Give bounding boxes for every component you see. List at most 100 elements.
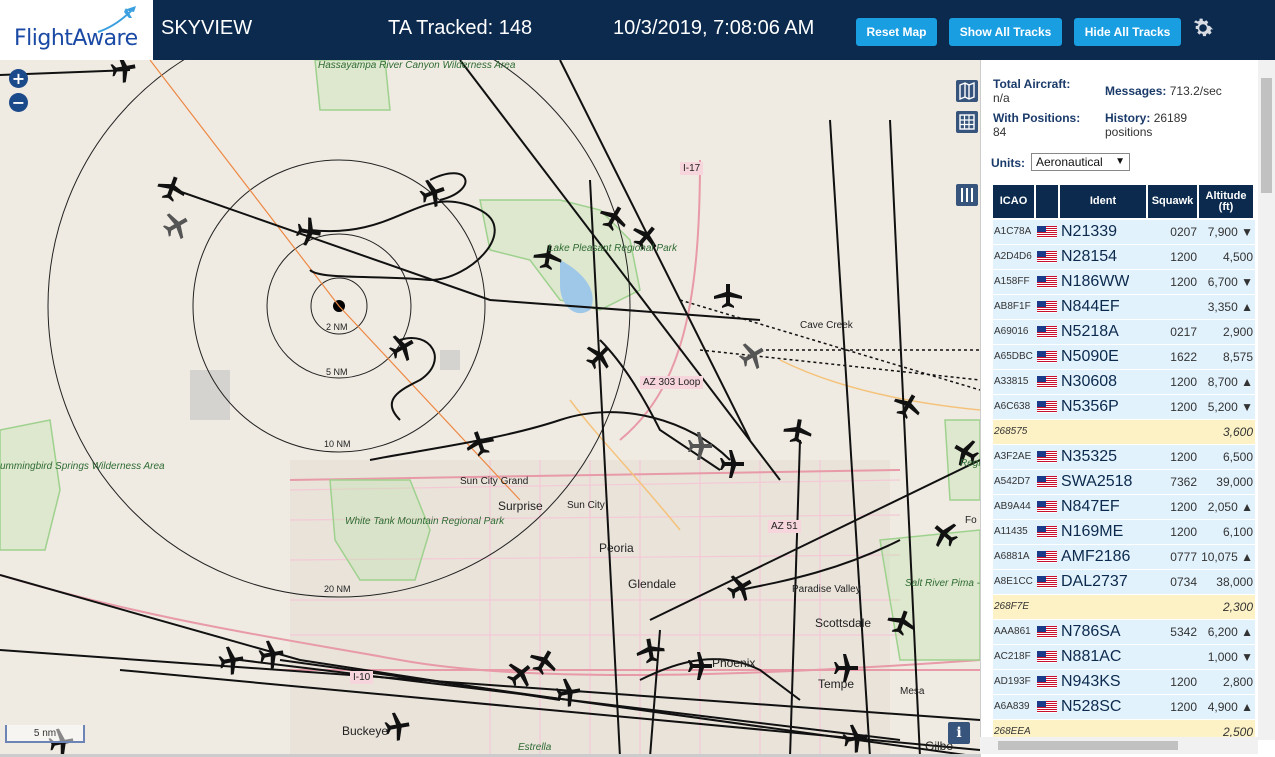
ident-cell: N21339 (1061, 223, 1118, 240)
map-layers-icon[interactable] (956, 80, 978, 102)
altitude-cell: 6,100 (1222, 525, 1253, 539)
us-flag-icon (1037, 551, 1057, 563)
messages-label: Messages: (1105, 84, 1167, 98)
table-row[interactable]: AC218F N881AC 1,000 ▼ (993, 645, 1255, 670)
table-row[interactable]: A3F2AE N35325 1200 6,500 (993, 445, 1255, 470)
us-flag-icon (1037, 526, 1057, 538)
us-flag-icon (1037, 626, 1057, 638)
skyview-app: FlightAware SKYVIEW TA Tracked: 148 10/3… (0, 0, 1275, 757)
icao-cell: A158FF (994, 276, 1030, 287)
table-row[interactable]: 268575 3,600 (993, 420, 1255, 445)
hide-all-tracks-button[interactable]: Hide All Tracks (1074, 18, 1181, 46)
table-row[interactable]: AB8F1F N844EF 3,350 ▲ (993, 295, 1255, 320)
table-row[interactable]: A2D4D6 N28154 1200 4,500 (993, 245, 1255, 270)
table-row[interactable]: A6A839 N528SC 1200 4,900 ▲ (993, 695, 1255, 720)
squawk-cell: 1200 (1170, 700, 1197, 714)
with-positions-stat: With Positions: 84 (993, 111, 1101, 139)
table-row[interactable]: A65DBC N5090E 1622 8,575 (993, 345, 1255, 370)
ident-cell: N786SA (1061, 623, 1121, 640)
table-row[interactable]: A1C78A N21339 0207 7,900 ▼ (993, 220, 1255, 245)
column-icao[interactable]: ICAO (993, 185, 1036, 218)
sidebar-horizontal-scrollbar[interactable] (980, 737, 1258, 754)
place-peoria: Peoria (599, 541, 634, 555)
show-all-tracks-button[interactable]: Show All Tracks (949, 18, 1062, 46)
scrollbar-thumb[interactable] (998, 741, 1178, 750)
column-squawk[interactable]: Squawk (1148, 185, 1199, 218)
map-canvas[interactable] (0, 60, 980, 757)
column-altitude[interactable]: Altitude (ft) (1199, 185, 1255, 218)
road-i10: I-10 (350, 671, 374, 684)
zoom-out-button[interactable]: − (9, 93, 28, 112)
ident-cell: N28154 (1061, 248, 1118, 265)
aircraft-table-body: A1C78A N21339 0207 7,900 ▼ A2D4D6 N28154 1200 4… (993, 220, 1255, 745)
aircraft-sidebar: Total Aircraft: n/a With Positions: 84 M… (980, 60, 1275, 757)
ring-label-20nm: 20 NM (324, 584, 351, 594)
altitude-cell: 2,300 (1222, 600, 1253, 614)
table-row[interactable]: A33815 N30608 1200 8,700 ▲ (993, 370, 1255, 395)
table-row[interactable]: 268F7E 2,300 (993, 595, 1255, 620)
altitude-cell: 39,000 (1216, 475, 1253, 489)
ident-cell: N528SC (1061, 698, 1122, 715)
logo-text: FlightAware (14, 26, 138, 51)
squawk-cell: 1200 (1170, 675, 1197, 689)
gear-icon[interactable] (1190, 15, 1216, 41)
table-row[interactable]: AB9A44 N847EF 1200 2,050 ▲ (993, 495, 1255, 520)
altitude-cell: 8,700 ▲ (1207, 375, 1253, 389)
us-flag-icon (1037, 326, 1057, 338)
table-row[interactable]: AD193F N943KS 1200 2,800 (993, 670, 1255, 695)
road-az303: AZ 303 Loop (640, 376, 704, 389)
flightaware-logo[interactable]: FlightAware (0, 0, 155, 60)
us-flag-icon (1037, 251, 1057, 263)
squawk-cell: 0734 (1170, 575, 1197, 589)
ident-cell: N5218A (1061, 323, 1119, 340)
table-row[interactable]: AAA861 N786SA 5342 6,200 ▲ (993, 620, 1255, 645)
info-icon[interactable]: i (948, 722, 970, 744)
icao-cell: AB9A44 (994, 501, 1031, 512)
ident-cell: N5090E (1061, 348, 1119, 365)
squawk-cell: 1200 (1170, 500, 1197, 514)
zoom-in-button[interactable]: + (9, 69, 28, 88)
grid-icon[interactable] (956, 111, 978, 133)
altitude-cell: 1,000 ▼ (1207, 650, 1253, 664)
place-hummingbird: ummingbird Springs Wilderness Area (0, 461, 165, 472)
altitude-cell: 3,350 ▲ (1207, 300, 1253, 314)
squawk-cell: 1200 (1170, 250, 1197, 264)
icao-cell: A6C638 (994, 401, 1031, 412)
tracked-count: TA Tracked: 148 (388, 17, 533, 39)
table-row[interactable]: A158FF N186WW 1200 6,700 ▼ (993, 270, 1255, 295)
sidebar-vertical-scrollbar[interactable] (1258, 60, 1275, 740)
scrollbar-thumb[interactable] (1261, 78, 1272, 193)
squawk-cell: 7362 (1170, 475, 1197, 489)
ring-label-5nm: 5 NM (326, 367, 348, 377)
units-select[interactable]: Aeronautical ▼ (1031, 153, 1130, 171)
altitude-cell: 10,075 ▲ (1201, 550, 1253, 564)
column-toggle-icon[interactable] (956, 184, 978, 206)
ident-cell: N881AC (1061, 648, 1122, 665)
flight-map[interactable]: Hassayampa River Canyon Wilderness Area … (0, 60, 980, 757)
table-row[interactable]: A69016 N5218A 0217 2,900 (993, 320, 1255, 345)
table-row[interactable]: A6881A AMF2186 0777 10,075 ▲ (993, 545, 1255, 570)
table-row[interactable]: A8E1CC DAL2737 0734 38,000 (993, 570, 1255, 595)
icao-cell: AAA861 (994, 626, 1031, 637)
us-flag-icon (1037, 576, 1057, 588)
us-flag-icon (1037, 501, 1057, 513)
ident-cell: DAL2737 (1061, 573, 1128, 590)
altitude-cell: 6,200 ▲ (1207, 625, 1253, 639)
altitude-cell: 6,500 (1222, 450, 1253, 464)
altitude-cell: 4,900 ▲ (1207, 700, 1253, 714)
aircraft-table-header: ICAO Ident Squawk Altitude (ft) (993, 185, 1255, 218)
altitude-cell: 2,800 (1222, 675, 1253, 689)
icao-cell: A8E1CC (994, 576, 1033, 587)
units-selected-value: Aeronautical (1036, 155, 1103, 169)
column-ident[interactable]: Ident (1060, 185, 1148, 218)
table-row[interactable]: A11435 N169ME 1200 6,100 (993, 520, 1255, 545)
road-i17: I-17 (680, 162, 704, 175)
table-row[interactable]: A542D7 SWA2518 7362 39,000 (993, 470, 1255, 495)
reset-map-button[interactable]: Reset Map (856, 18, 937, 46)
squawk-cell: 1200 (1170, 525, 1197, 539)
altitude-cell: 5,200 ▼ (1207, 400, 1253, 414)
place-buckeye: Buckeye (342, 724, 389, 738)
column-flag[interactable] (1036, 185, 1060, 218)
total-aircraft-label: Total Aircraft: (993, 77, 1071, 91)
table-row[interactable]: A6C638 N5356P 1200 5,200 ▼ (993, 395, 1255, 420)
